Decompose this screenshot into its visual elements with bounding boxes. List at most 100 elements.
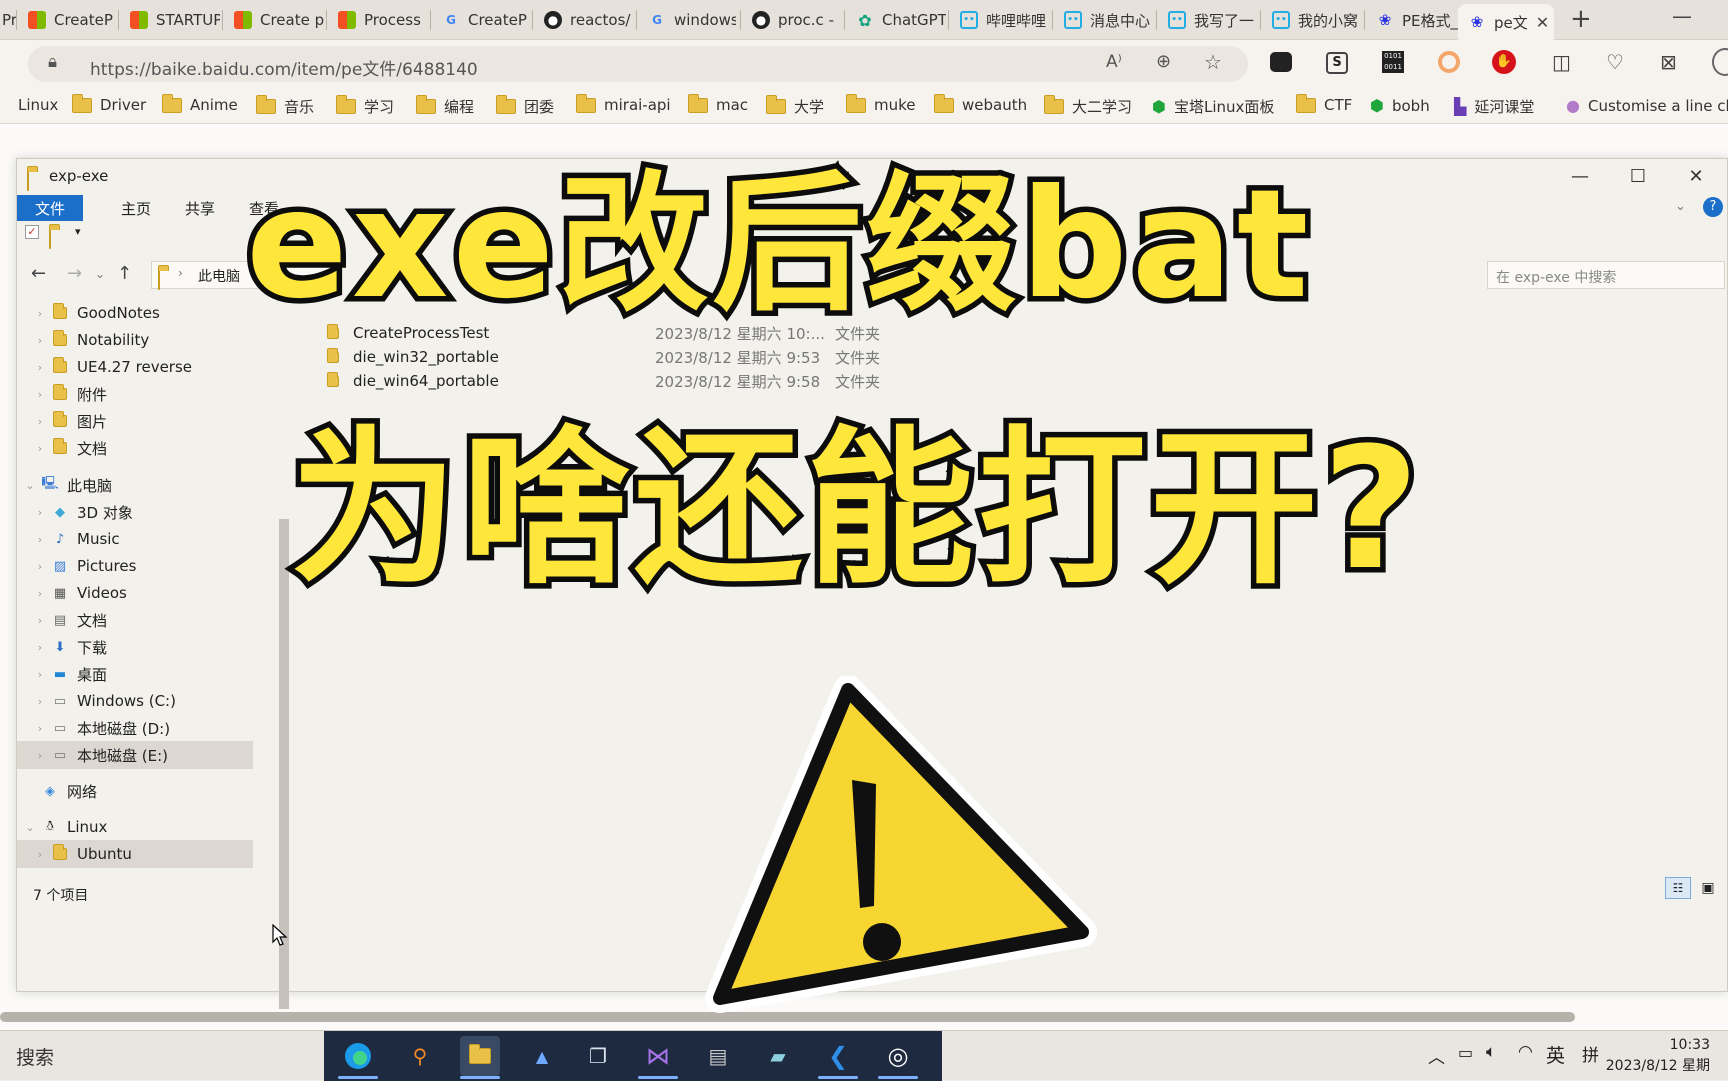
tab-13[interactable]: •• 我的小窝 <box>1262 4 1362 36</box>
nav-item[interactable]: › ▨ Pictures <box>17 552 253 580</box>
split-screen-icon[interactable]: ◫ <box>1552 50 1571 74</box>
obs-icon[interactable]: ◎ <box>878 1036 918 1076</box>
close-tab-icon[interactable]: ✕ <box>1536 13 1549 32</box>
properties-icon[interactable]: ✓ <box>25 225 39 239</box>
nav-item[interactable]: ⌄ 🖳 此电脑 <box>17 471 253 499</box>
file-row[interactable]: die_win32_portable 2023/8/12 星期六 9:53 文件… <box>327 345 880 369</box>
chevron-right-icon[interactable]: › <box>29 587 51 600</box>
nav-item[interactable]: › Ubuntu <box>17 840 253 868</box>
forward-arrow-icon[interactable]: → <box>67 263 82 284</box>
tab-file[interactable]: 文件 <box>17 195 84 221</box>
notepad-icon[interactable]: ▰ <box>758 1036 798 1076</box>
bookmark-webauth[interactable]: webauth <box>934 93 1027 114</box>
nav-item[interactable]: ◈ 网络 <box>17 777 253 805</box>
volume-icon[interactable]: 🔈︎ <box>1486 1042 1496 1062</box>
bookmark-driver[interactable]: Driver <box>72 93 146 114</box>
bookmark-study[interactable]: 学习 <box>336 95 394 117</box>
chevron-right-icon[interactable]: › <box>29 415 51 428</box>
tab-6[interactable]: ● reactos/ <box>534 4 632 36</box>
breadcrumb[interactable]: 此电脑 <box>198 266 240 286</box>
nav-item[interactable]: › ▭ 本地磁盘 (D:) <box>17 714 253 742</box>
tab-1[interactable]: CreateP <box>18 4 114 36</box>
nav-item[interactable]: › ▭ 本地磁盘 (E:) <box>17 741 253 769</box>
tab-home[interactable]: 主页 <box>103 195 169 221</box>
ime-language[interactable]: 英 <box>1546 1041 1565 1068</box>
tab-9[interactable]: ✿ ChatGPT <box>846 4 946 36</box>
chevron-right-icon[interactable]: › <box>29 442 51 455</box>
lock-icon[interactable]: 🔒︎ <box>48 52 57 72</box>
nav-item[interactable]: ⌄ 🐧︎ Linux <box>17 813 253 841</box>
customize-qat-icon[interactable]: ▾ <box>75 225 81 238</box>
address-bar[interactable]: 🔒︎ https://baike.baidu.com/item/pe文件/648… <box>28 46 1248 82</box>
bookmark-university[interactable]: 大学 <box>766 95 824 117</box>
bookmark-customise[interactable]: ● Customise a line ch... <box>1566 96 1728 115</box>
tab-3[interactable]: Create p <box>224 4 324 36</box>
battery-icon[interactable]: ▭ <box>1458 1043 1473 1062</box>
chevron-right-icon[interactable]: › <box>29 334 51 347</box>
chevron-right-icon[interactable]: › <box>29 749 51 762</box>
chevron-right-icon[interactable]: › <box>29 695 51 708</box>
expand-ribbon-icon[interactable]: ⌄ <box>1675 199 1686 214</box>
tab-14[interactable]: ❀ PE格式_ <box>1366 4 1464 36</box>
bookmark-bobh[interactable]: ⬢ bobh <box>1370 96 1430 115</box>
tab-12[interactable]: •• 我写了一 <box>1158 4 1258 36</box>
back-arrow-icon[interactable]: ← <box>31 263 46 284</box>
bookmark-muke[interactable]: muke <box>846 93 916 114</box>
new-folder-icon[interactable] <box>49 228 51 249</box>
chevron-right-icon[interactable]: › <box>29 506 51 519</box>
nav-item[interactable]: › UE4.27 reverse <box>17 353 253 381</box>
ime-mode[interactable]: 拼 <box>1582 1041 1599 1066</box>
nav-item[interactable]: › 文档 <box>17 434 253 462</box>
file-row[interactable]: die_win64_portable 2023/8/12 星期六 9:58 文件… <box>327 369 880 393</box>
bookmark-league[interactable]: 团委 <box>496 95 554 117</box>
bookmark-coding[interactable]: 编程 <box>416 95 474 117</box>
favorite-star-icon[interactable]: ☆ <box>1204 50 1222 74</box>
extension-icon[interactable] <box>1270 52 1292 72</box>
chevron-right-icon[interactable]: › <box>29 560 51 573</box>
taskbar-clock[interactable]: 10:33 2023/8/12 星期 <box>1606 1035 1710 1077</box>
large-icons-view-icon[interactable]: ▣ <box>1697 877 1719 899</box>
nav-item[interactable]: › ◆ 3D 对象 <box>17 498 253 526</box>
edge-icon[interactable] <box>338 1036 378 1076</box>
show-hidden-icons[interactable]: ︿ <box>1428 1043 1445 1068</box>
wifi-icon[interactable]: ◠ <box>1518 1042 1533 1062</box>
bookmark-baota[interactable]: ⬢ 宝塔Linux面板 <box>1152 96 1274 117</box>
bookmark-sophomore[interactable]: 大二学习 <box>1044 95 1132 117</box>
formula-icon[interactable]: ⊠ <box>1660 50 1677 74</box>
task-view-icon[interactable]: ❐ <box>578 1036 618 1076</box>
tab-share[interactable]: 共享 <box>167 195 233 221</box>
chevron-right-icon[interactable]: › <box>29 533 51 546</box>
help-icon[interactable]: ? <box>1703 197 1723 217</box>
bookmark-ctf[interactable]: CTF <box>1296 93 1352 114</box>
chevron-right-icon[interactable]: › <box>29 388 51 401</box>
chevron-right-icon[interactable]: › <box>29 641 51 654</box>
binary-extension-icon[interactable]: 0101 0011 <box>1382 51 1404 73</box>
url-text[interactable]: https://baike.baidu.com/item/pe文件/648814… <box>90 55 478 80</box>
terminal-icon[interactable]: ▤ <box>698 1036 738 1076</box>
bookmark-music[interactable]: 音乐 <box>256 95 314 117</box>
tab-7[interactable]: Gwindows <box>638 4 736 36</box>
nav-item[interactable]: › ▦ Videos <box>17 579 253 607</box>
nav-item[interactable]: › ♪ Music <box>17 525 253 553</box>
nav-item[interactable]: › ⬇ 下载 <box>17 633 253 661</box>
tab-11[interactable]: •• 消息中心 <box>1054 4 1154 36</box>
health-icon[interactable]: ♡ <box>1606 50 1624 74</box>
search-tool-icon[interactable]: ⚲ <box>400 1036 440 1076</box>
bookmark-anime[interactable]: Anime <box>162 93 238 114</box>
vscode-icon[interactable]: ❮ <box>818 1036 858 1076</box>
bookmark-yanhe[interactable]: ▙ 延河课堂 <box>1454 96 1534 117</box>
chevron-right-icon[interactable]: › <box>29 668 51 681</box>
maximize-button[interactable]: ☐ <box>1613 163 1663 189</box>
bookmark-mac[interactable]: mac <box>688 93 748 114</box>
tab-15-active[interactable]: ❀ pe文 ✕ <box>1458 4 1554 40</box>
nav-item[interactable]: › ▤ 文档 <box>17 606 253 634</box>
read-aloud-icon[interactable]: A⁾ <box>1106 52 1122 72</box>
taskbar-search[interactable]: 搜索 <box>16 1043 54 1070</box>
nav-item[interactable]: › Notability <box>17 326 253 354</box>
file-explorer-icon[interactable] <box>460 1036 500 1076</box>
tab-10[interactable]: •• 哔哩哔哩 <box>950 4 1050 36</box>
nav-item[interactable]: › ▭ Windows (C:) <box>17 687 253 715</box>
tab-4[interactable]: Process <box>328 4 428 36</box>
close-button[interactable]: ✕ <box>1671 163 1721 189</box>
tab-5[interactable]: G CreateP <box>432 4 530 36</box>
